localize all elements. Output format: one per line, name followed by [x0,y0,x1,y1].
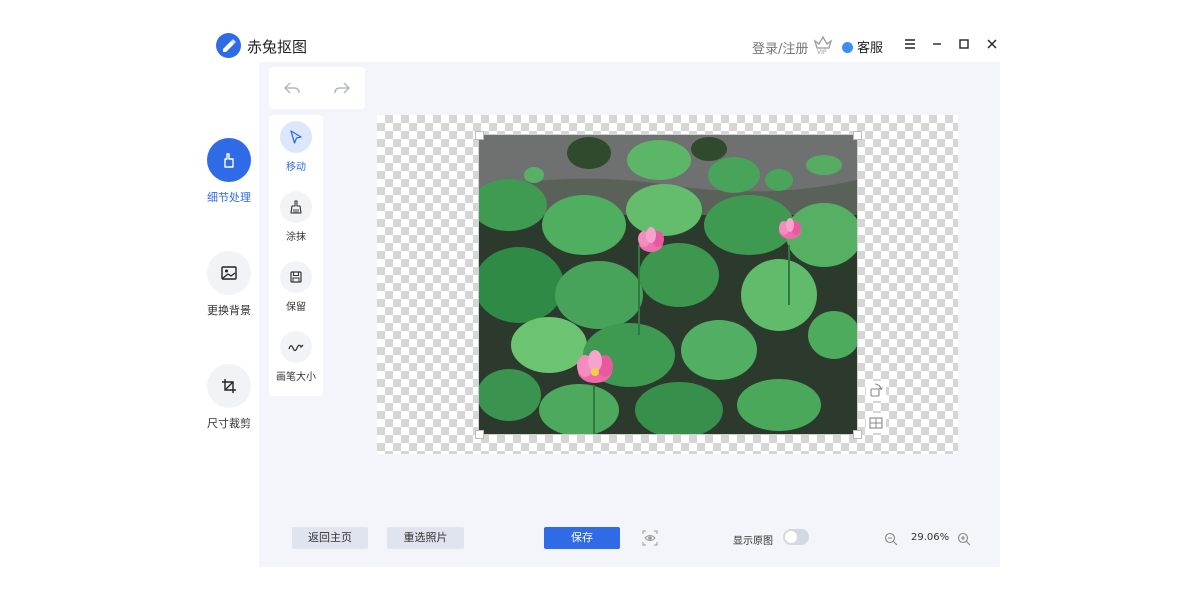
tool-label-smear: 涂抹 [286,232,306,243]
customer-service-button[interactable]: 客服 [842,37,883,56]
tool-panel: 移动 涂抹 保留 画笔大小 [269,115,323,396]
nav-label-detail: 细节处理 [207,191,251,204]
lotus-image [479,135,857,434]
cursor-arrow-icon [280,121,312,153]
service-icon [842,42,853,53]
show-original-label: 显示原图 [733,536,773,547]
app-title: 赤兔抠图 [247,38,308,56]
maximize-icon[interactable] [956,36,972,52]
crop-icon [207,364,251,408]
resize-handle-top-right[interactable] [853,131,862,140]
show-original-toggle[interactable] [783,529,809,545]
nav-item-background[interactable]: 更换背景 [200,251,258,318]
work-area: 移动 涂抹 保留 画笔大小 返回主页 重选照片 保存 显示原图 29.06% [259,62,1000,567]
reselect-photo-button[interactable]: 重选照片 [387,527,464,549]
back-home-button[interactable]: 返回主页 [292,527,368,549]
keep-icon [280,261,312,293]
app-logo [216,33,241,58]
nav-label-background: 更换背景 [207,304,251,317]
zoom-level: 29.06% [911,532,950,543]
minimize-icon[interactable] [929,36,945,52]
resize-handle-bottom-right[interactable] [853,430,862,439]
tool-brush-size[interactable]: 画笔大小 [269,331,323,383]
compare-icon[interactable] [866,413,886,433]
history-panel [269,67,365,109]
left-nav: 细节处理 更换背景 尺寸裁剪 [200,62,258,567]
nav-label-crop: 尺寸裁剪 [207,417,251,430]
service-label: 客服 [857,41,884,56]
tool-label-brush-size: 画笔大小 [276,372,316,383]
nav-item-crop[interactable]: 尺寸裁剪 [200,364,258,431]
tool-smear[interactable]: 涂抹 [269,191,323,243]
save-button[interactable]: 保存 [544,527,620,549]
tool-move[interactable]: 移动 [269,121,323,173]
login-register-link[interactable]: 登录/注册 [752,38,808,57]
nav-item-detail[interactable]: 细节处理 [200,138,258,205]
image-icon [207,251,251,295]
tool-keep[interactable]: 保留 [269,261,323,313]
rotate-icon[interactable] [866,381,886,401]
resize-handle-bottom-left[interactable] [475,430,484,439]
lotus-photo[interactable] [478,134,858,435]
brush-icon [280,191,312,223]
undo-icon[interactable] [282,78,302,98]
tool-label-keep: 保留 [286,302,306,313]
menu-icon[interactable] [902,36,918,52]
vip-crown-icon[interactable]: VIP [812,33,834,59]
svg-text:VIP: VIP [817,49,827,55]
title-bar: 赤兔抠图 登录/注册 VIP 客服 [200,28,1000,62]
image-canvas[interactable] [377,115,958,454]
redo-icon[interactable] [332,78,352,98]
app-window: 赤兔抠图 登录/注册 VIP 客服 细节处理 更换背景 尺寸裁剪 移动 涂抹 保… [200,28,1000,567]
tool-label-move: 移动 [286,162,306,173]
zoom-in-icon[interactable] [957,531,971,546]
zoom-out-icon[interactable] [884,531,898,546]
resize-handle-top-left[interactable] [475,131,484,140]
toggle-knob [785,531,797,543]
wave-icon [280,331,312,363]
detail-hand-icon [207,138,251,182]
close-icon[interactable] [984,36,1000,52]
eye-preview-icon[interactable] [641,529,659,547]
